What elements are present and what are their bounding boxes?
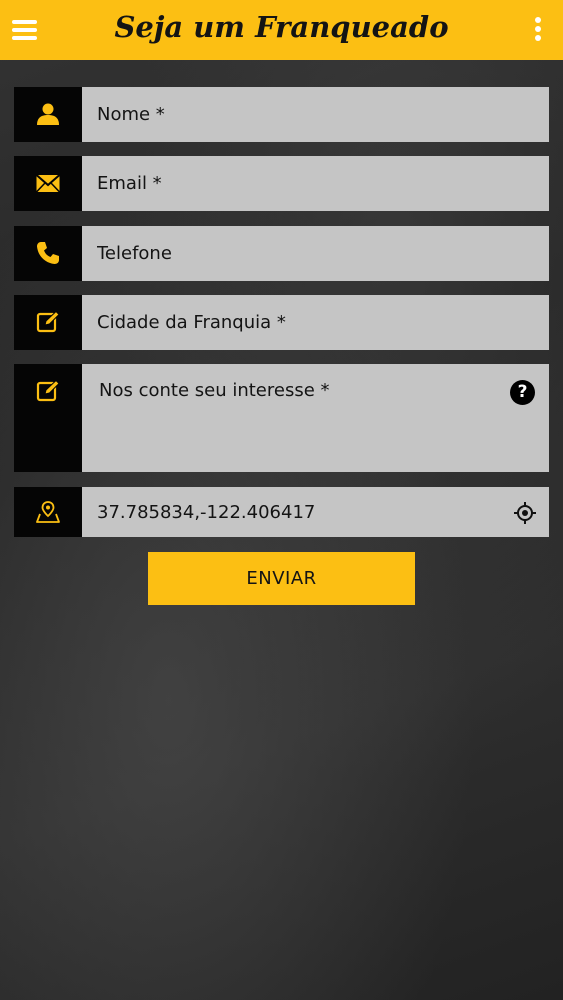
phone-field[interactable] — [82, 226, 549, 281]
help-icon[interactable]: ? — [510, 380, 535, 405]
location-row — [14, 487, 549, 537]
edit-icon — [36, 379, 60, 402]
map-pin-icon — [36, 501, 60, 523]
email-icon-box — [14, 156, 82, 211]
app-bar: Seja um Franqueado — [0, 0, 563, 60]
phone-row — [14, 226, 549, 281]
more-options-button[interactable] — [531, 14, 545, 44]
more-icon-dot — [535, 17, 541, 23]
city-field[interactable] — [82, 295, 549, 350]
name-field[interactable] — [82, 87, 549, 142]
location-field[interactable] — [82, 487, 549, 537]
email-field[interactable] — [82, 156, 549, 211]
user-icon — [37, 103, 59, 125]
email-row — [14, 156, 549, 211]
name-row — [14, 87, 549, 142]
envelope-icon — [36, 174, 60, 193]
phone-icon — [37, 242, 59, 264]
phone-icon-box — [14, 226, 82, 281]
city-icon-box — [14, 295, 82, 350]
location-icon-box — [14, 487, 82, 537]
name-icon-box — [14, 87, 82, 142]
more-icon-dot — [535, 26, 541, 32]
page-title: Seja um Franqueado — [114, 10, 449, 44]
crosshair-icon[interactable] — [513, 501, 537, 525]
interest-textarea[interactable] — [82, 364, 549, 472]
interest-icon-box — [14, 364, 82, 472]
more-icon-dot — [535, 35, 541, 41]
interest-row: ? — [14, 364, 549, 472]
city-row — [14, 295, 549, 350]
submit-button[interactable]: ENVIAR — [148, 552, 415, 605]
edit-icon — [36, 310, 60, 333]
